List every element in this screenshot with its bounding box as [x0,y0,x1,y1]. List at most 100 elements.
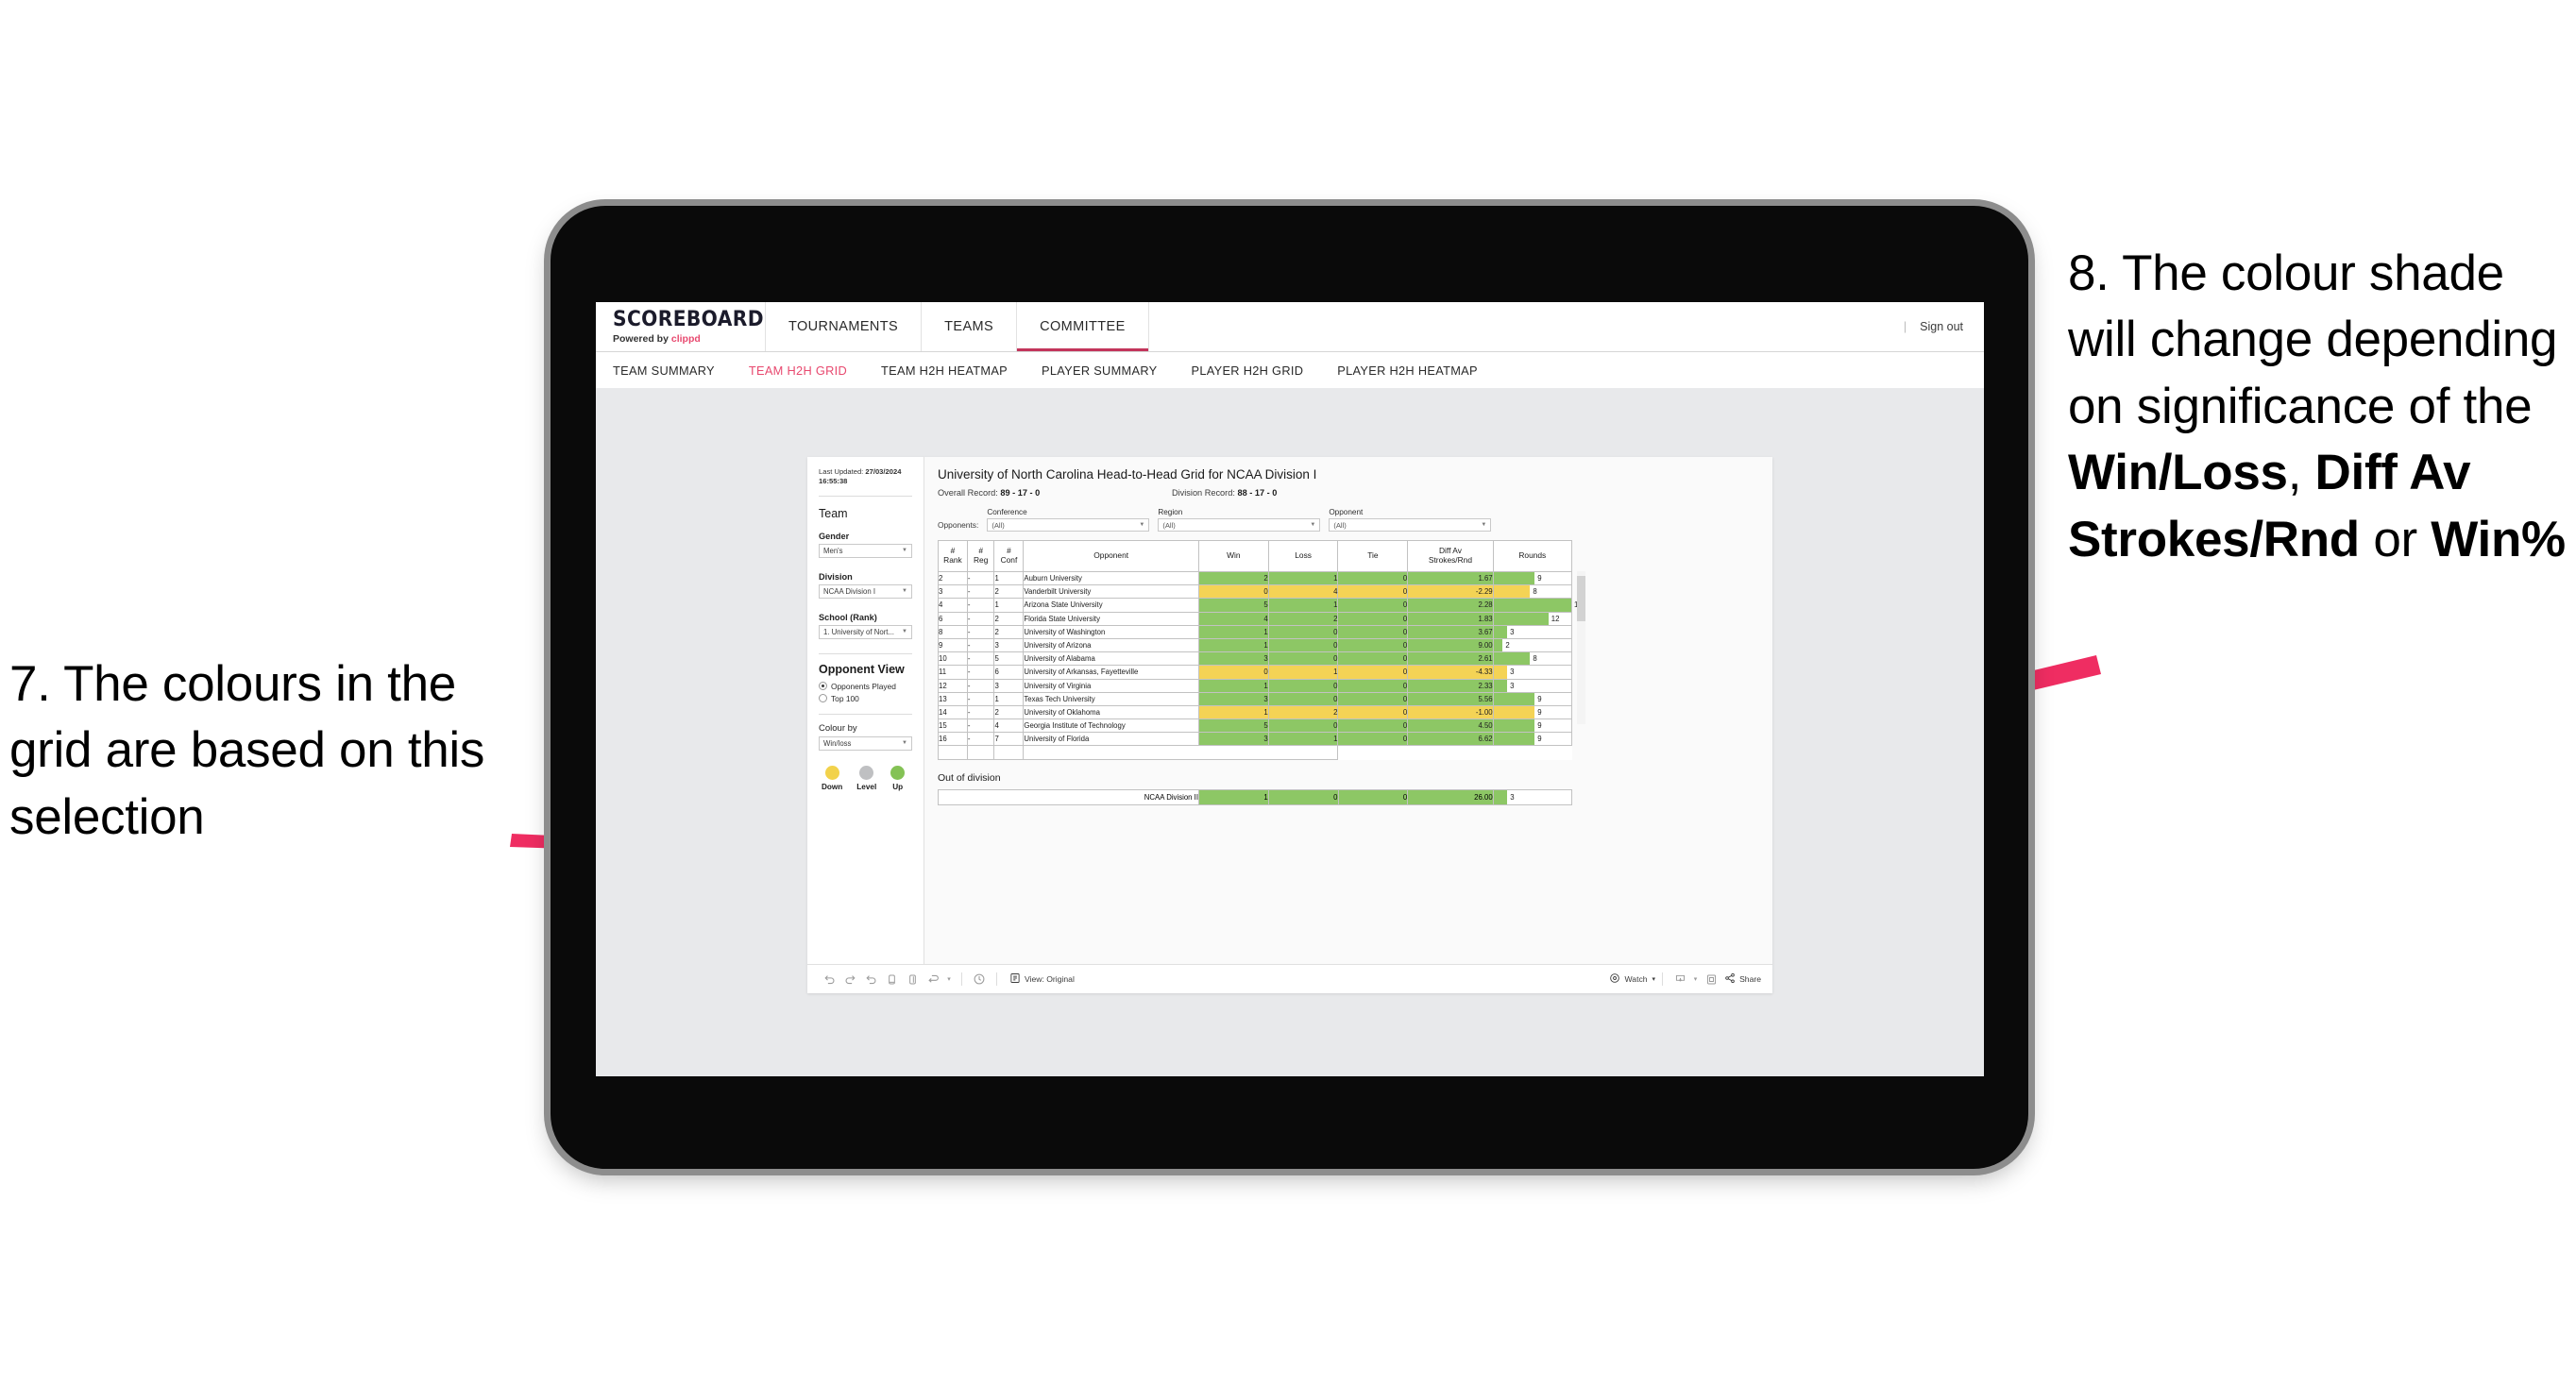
cell-stat: 1 [1267,665,1339,680]
loop-icon[interactable] [923,969,943,989]
brand-powered-prefix: Powered by [613,332,671,345]
table-row[interactable]: 3-2 Vanderbilt University 0 4 0 -2.29 8 [938,584,1573,600]
col-rank[interactable]: # Rank [938,540,968,572]
col-loss[interactable]: Loss [1267,540,1339,572]
cell-division-name: NCAA Division II [938,788,1199,805]
table-row[interactable]: 13-1 Texas Tech University 3 0 0 5.56 9 [938,691,1573,706]
school-rank-value: 1. University of Nort... [823,627,894,636]
signout-divider: | [1903,320,1907,333]
table-row[interactable]: 11-6 University of Arkansas, Fayetteville… [938,665,1573,680]
colour-by-select[interactable]: Win/loss ▼ [819,735,912,751]
watch-button[interactable]: Watch ▾ [1609,972,1655,986]
col-reg[interactable]: # Reg [966,540,995,572]
scrollbar-thumb[interactable] [1577,576,1585,621]
division-select[interactable]: NCAA Division I ▼ [819,583,912,599]
gender-value: Men's [823,546,843,555]
radio-label-top-100: Top 100 [831,693,859,703]
col-diff-av-strokes[interactable]: Diff Av Strokes/Rnd [1407,540,1494,572]
redo-icon[interactable] [839,969,860,989]
col-opponent[interactable]: Opponent [1023,540,1199,572]
topnav-item-teams[interactable]: TEAMS [922,302,1018,351]
region-select[interactable]: (All) ▼ [1158,518,1321,532]
col-tie[interactable]: Tie [1337,540,1409,572]
radio-top-100[interactable]: Top 100 [819,694,912,703]
cell-stat: 0 [1267,678,1339,693]
col-win[interactable]: Win [1197,540,1269,572]
rounds-bar [1493,692,1535,705]
subnav-item-team-h2h-heatmap[interactable]: TEAM H2H HEATMAP [881,363,1008,378]
table-row[interactable]: 9-3 University of Arizona 1 0 0 9.00 2 [938,637,1573,653]
toolbar-divider [961,972,962,986]
rounds-bar [1493,719,1535,733]
table-row[interactable]: 6-2 Florida State University 4 2 0 1.83 12 [938,611,1573,626]
table-row[interactable]: 10-5 University of Alabama 3 0 0 2.61 8 [938,651,1573,667]
cell-opponent: Arizona State University [1023,598,1199,613]
alert-clock-icon[interactable] [969,969,990,989]
subnav-item-team-h2h-grid[interactable]: TEAM H2H GRID [749,363,847,378]
annotation-right-winloss: Win/Loss [2068,445,2288,501]
cell-conf: 3 [993,637,1025,653]
cell-reg: - [966,732,995,747]
col-rounds[interactable]: Rounds [1492,540,1573,572]
cell-stat: 0 [1337,637,1409,653]
subnav-item-player-summary[interactable]: PLAYER SUMMARY [1042,363,1157,378]
refresh-icon[interactable] [881,969,902,989]
spacer-cell [993,745,1025,760]
cell-rank: 6 [938,611,968,626]
table-row[interactable]: 2-1 Auburn University 2 1 0 1.67 9 [938,570,1573,586]
opponent-select[interactable]: (All) ▼ [1329,518,1492,532]
caret-icon[interactable]: ▾ [943,969,955,989]
revert-icon[interactable] [860,969,881,989]
cell-opponent: Georgia Institute of Technology [1023,718,1199,734]
pause-icon[interactable] [902,969,923,989]
radio-opponents-played[interactable]: Opponents Played [819,682,912,691]
topnav-item-committee[interactable]: COMMITTEE [1017,302,1149,351]
table-row[interactable]: 4-1Arizona State University5102.2817 [938,598,1583,613]
chevron-down-icon: ▼ [902,629,907,635]
view-original-button[interactable]: View: Original [1009,972,1075,986]
topnav-item-tournaments[interactable]: TOURNAMENTS [766,302,923,351]
cell-stat: 3 [1197,691,1269,706]
school-rank-select[interactable]: 1. University of Nort... ▼ [819,624,912,639]
col-diff-line2: Strokes/Rnd [1428,555,1472,565]
table-row[interactable]: 15-4 Georgia Institute of Technology 5 0 0 4.… [938,718,1573,734]
sign-out-link[interactable]: Sign out [1920,320,1963,333]
cell-stat: 1 [1197,637,1269,653]
cell-opponent: University of Washington [1023,624,1199,639]
fullscreen-icon[interactable] [1701,969,1721,989]
legend-label-level: Level [856,782,877,791]
share-label: Share [1739,974,1761,984]
subnav-item-player-h2h-heatmap[interactable]: PLAYER H2H HEATMAP [1337,363,1478,378]
chevron-down-icon: ▼ [1310,522,1316,528]
records-row: Overall Record: 89 - 17 - 0 Division Rec… [938,488,1759,498]
cell-stat: 0 [1337,732,1409,747]
download-caret-icon[interactable]: ▾ [1690,969,1701,989]
brand-clippd: clippd [670,332,701,345]
cell-stat: 0 [1337,611,1409,626]
division-record-label: Division Record: [1172,488,1238,498]
brand-powered-by: Powered by clippd [613,333,765,345]
table-row[interactable]: 14-2 University of Oklahoma 1 2 0 -1.00 9 [938,704,1573,720]
cell-conf: 1 [993,598,1025,613]
cell-stat: 26.00 [1407,788,1494,805]
conference-select[interactable]: (All) ▼ [987,518,1150,532]
gender-label: Gender [819,531,850,541]
download-icon[interactable] [1669,969,1690,989]
cell-opponent: Florida State University [1023,611,1199,626]
undo-icon[interactable] [819,969,839,989]
subnav-item-player-h2h-grid[interactable]: PLAYER H2H GRID [1192,363,1304,378]
vertical-scrollbar[interactable] [1577,571,1585,724]
rounds-bar [1493,705,1535,719]
rounds-bar [1493,625,1508,638]
gender-select[interactable]: Men's ▼ [819,543,912,558]
out-of-division-row[interactable]: NCAA Division II 1 0 0 26.00 3 [938,788,1573,805]
subnav-item-team-summary[interactable]: TEAM SUMMARY [613,363,715,378]
col-conf[interactable]: # Conf [993,540,1025,572]
region-filter: Region (All) ▼ [1158,508,1321,532]
cell-stat: 0 [1337,788,1409,805]
opponent-filter: Opponent (All) ▼ [1329,508,1492,532]
table-row[interactable]: 16-7 University of Florida 3 1 0 6.62 9 [938,732,1573,747]
share-button[interactable]: Share [1724,972,1761,986]
table-row[interactable]: 12-3 University of Virginia 1 0 0 2.33 3 [938,678,1573,693]
table-row[interactable]: 8-2 University of Washington 1 0 0 3.67 3 [938,624,1573,639]
